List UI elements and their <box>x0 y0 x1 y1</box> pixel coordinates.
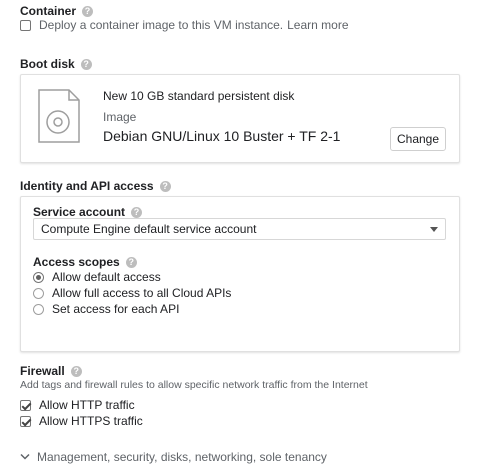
access-scopes-label: Access scopes <box>33 255 120 269</box>
scope-option-label: Allow default access <box>52 270 161 284</box>
scope-option-label: Allow full access to all Cloud APIs <box>52 286 232 300</box>
identity-card: Service account ? Compute Engine default… <box>20 196 460 352</box>
boot-disk-title: Boot disk <box>20 57 75 71</box>
container-checkbox[interactable] <box>20 19 31 31</box>
firewall-option-http[interactable]: Allow HTTP traffic <box>20 398 135 412</box>
service-account-heading: Service account ? <box>33 205 143 219</box>
identity-title: Identity and API access <box>20 179 154 193</box>
boot-disk-card: New 10 GB standard persistent disk Image… <box>20 74 460 163</box>
chevron-down-icon[interactable] <box>20 453 30 461</box>
service-account-select[interactable]: Compute Engine default service account <box>33 218 446 240</box>
firewall-title: Firewall <box>20 364 65 378</box>
management-expander[interactable]: Management, security, disks, networking,… <box>20 450 327 464</box>
firewall-option-https[interactable]: Allow HTTPS traffic <box>20 414 143 428</box>
boot-disk-description: New 10 GB standard persistent disk <box>103 89 295 103</box>
identity-section-title: Identity and API access ? <box>20 179 171 193</box>
service-account-label: Service account <box>33 205 126 219</box>
boot-disk-image-label: Image <box>103 110 137 124</box>
container-section-title: Container ? <box>20 4 94 18</box>
dropdown-arrow-icon[interactable] <box>430 227 438 232</box>
disk-image-icon <box>38 89 80 148</box>
scope-option-default[interactable]: Allow default access <box>33 270 161 284</box>
container-title: Container <box>20 4 77 18</box>
scope-option-each[interactable]: Set access for each API <box>33 302 179 316</box>
help-icon[interactable]: ? <box>80 58 92 70</box>
https-label: Allow HTTPS traffic <box>39 414 143 428</box>
help-icon[interactable]: ? <box>131 206 143 218</box>
help-icon[interactable]: ? <box>159 180 171 192</box>
service-account-value: Compute Engine default service account <box>41 222 257 236</box>
https-checkbox[interactable] <box>20 415 31 427</box>
firewall-section-title: Firewall ? <box>20 364 82 378</box>
access-scopes-heading: Access scopes ? <box>33 255 137 269</box>
learn-more-link[interactable]: Learn more <box>287 18 348 32</box>
container-checkbox-label: Deploy a container image to this VM inst… <box>39 18 284 32</box>
http-label: Allow HTTP traffic <box>39 398 135 412</box>
help-icon[interactable]: ? <box>82 5 94 17</box>
container-checkbox-row[interactable]: Deploy a container image to this VM inst… <box>20 18 349 32</box>
boot-disk-image-name: Debian GNU/Linux 10 Buster + TF 2-1 <box>103 128 341 144</box>
radio-button[interactable] <box>33 303 44 315</box>
scope-option-full[interactable]: Allow full access to all Cloud APIs <box>33 286 231 300</box>
help-icon[interactable]: ? <box>125 256 137 268</box>
help-icon[interactable]: ? <box>70 365 82 377</box>
boot-disk-section-title: Boot disk ? <box>20 57 92 71</box>
firewall-description: Add tags and firewall rules to allow spe… <box>20 379 368 391</box>
radio-button[interactable] <box>33 287 44 299</box>
radio-button[interactable] <box>33 271 44 283</box>
scope-option-label: Set access for each API <box>52 302 180 316</box>
management-label[interactable]: Management, security, disks, networking,… <box>37 450 327 464</box>
change-button[interactable]: Change <box>390 127 446 151</box>
http-checkbox[interactable] <box>20 399 31 411</box>
